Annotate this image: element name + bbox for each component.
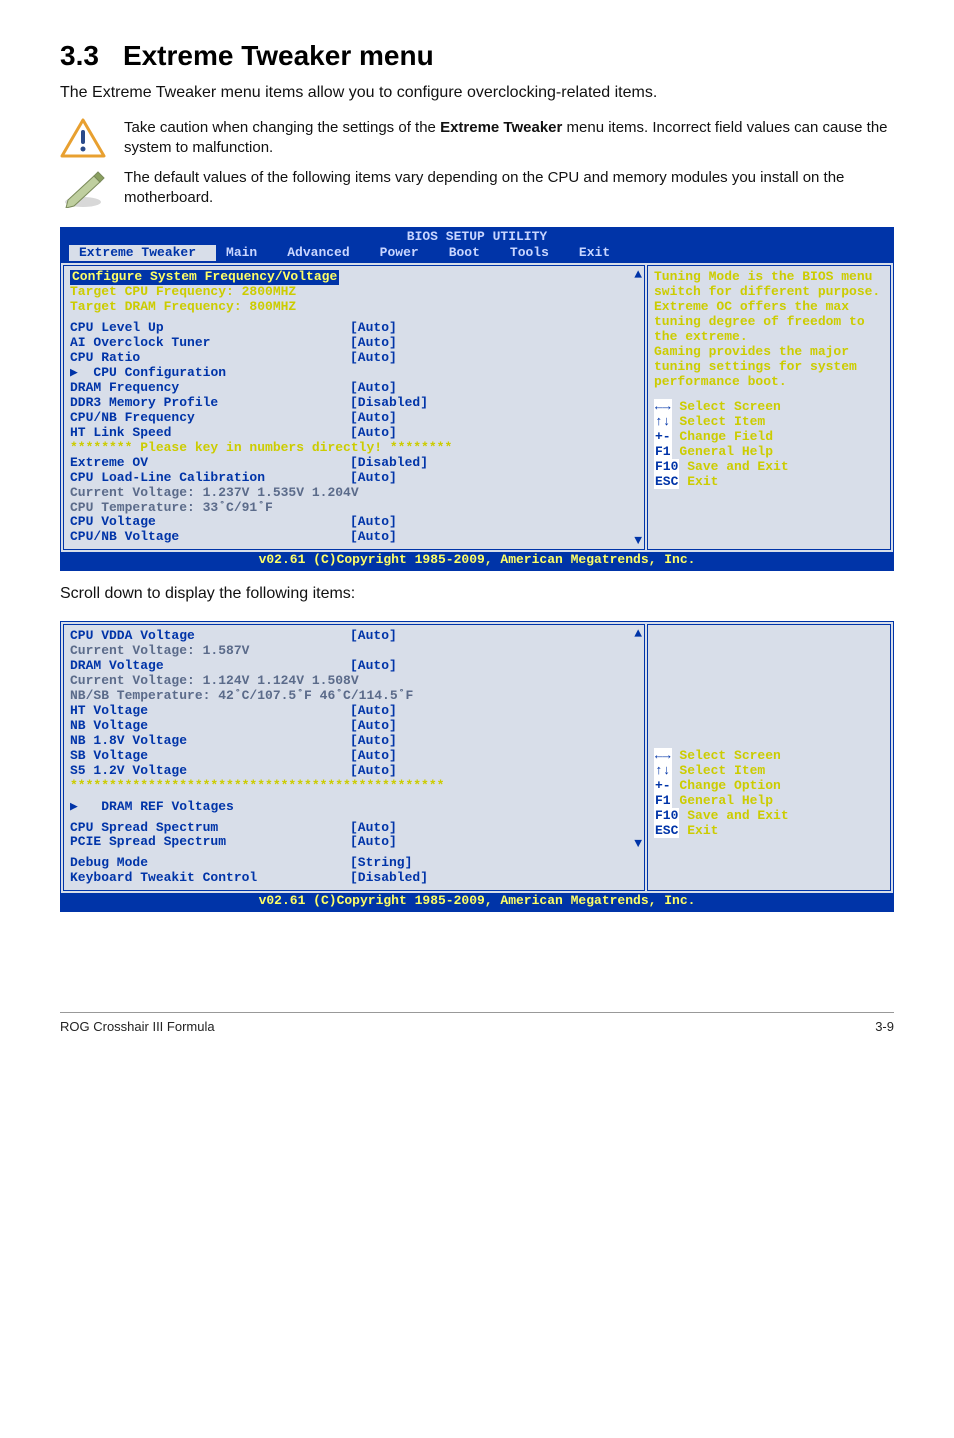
scroll-down-icon[interactable]: ▼ (634, 534, 642, 547)
stars-divider: ****************************************… (70, 779, 640, 794)
scroll-up-icon[interactable]: ▲ (634, 627, 642, 640)
row-cpu-load-line[interactable]: CPU Load-Line Calibration[Auto] (70, 471, 640, 486)
bios-left-pane-2: ▲ CPU VDDA Voltage[Auto] Current Voltage… (63, 624, 645, 891)
row-dram-ref-voltages[interactable]: ▶ DRAM REF Voltages (70, 800, 640, 815)
target-dram-freq: Target DRAM Frequency: 800MHZ (70, 300, 640, 315)
bios-left-pane: ▲ Configure System Frequency/Voltage Tar… (63, 265, 645, 550)
note-callout: The default values of the following item… (60, 168, 894, 209)
row-ht-link-speed[interactable]: HT Link Speed[Auto] (70, 426, 640, 441)
nav-change-option: +- Change Option (654, 779, 884, 794)
footer-right: 3-9 (875, 1019, 894, 1034)
nav-exit: ESC Exit (654, 824, 884, 839)
row-pcie-spread-spectrum[interactable]: PCIE Spread Spectrum[Auto] (70, 835, 640, 850)
pencil-icon (60, 168, 106, 208)
nav-select-item: ↑↓ Select Item (654, 415, 884, 430)
bios-right-pane-2: ←→ Select Screen ↑↓ Select Item +- Chang… (647, 624, 891, 891)
nav-save-exit: F10 Save and Exit (654, 809, 884, 824)
warning-callout: Take caution when changing the settings … (60, 118, 894, 159)
tab-main[interactable]: Main (216, 245, 277, 262)
page-footer: ROG Crosshair III Formula 3-9 (60, 1012, 894, 1034)
row-cpunb-frequency[interactable]: CPU/NB Frequency[Auto] (70, 411, 640, 426)
row-dram-voltage[interactable]: DRAM Voltage[Auto] (70, 659, 640, 674)
tab-exit[interactable]: Exit (569, 245, 630, 262)
row-sb-voltage[interactable]: SB Voltage[Auto] (70, 749, 640, 764)
nav-save-exit: F10 Save and Exit (654, 460, 884, 475)
warning-icon (60, 118, 106, 158)
section-title: Extreme Tweaker menu (123, 40, 434, 71)
nav-select-item: ↑↓ Select Item (654, 764, 884, 779)
row-cpu-level-up[interactable]: CPU Level Up[Auto] (70, 321, 640, 336)
row-ht-voltage[interactable]: HT Voltage[Auto] (70, 704, 640, 719)
tab-extreme-tweaker[interactable]: Extreme Tweaker (69, 245, 216, 262)
nav-exit: ESC Exit (654, 475, 884, 490)
tab-advanced[interactable]: Advanced (277, 245, 369, 262)
bios-title: BIOS SETUP UTILITY (61, 228, 893, 245)
nav-change-field: +- Change Field (654, 430, 884, 445)
row-cpu-vdda-voltage[interactable]: CPU VDDA Voltage[Auto] (70, 629, 640, 644)
scroll-down-icon[interactable]: ▼ (634, 837, 642, 850)
row-nb-voltage[interactable]: NB Voltage[Auto] (70, 719, 640, 734)
row-nb-1-8v-voltage[interactable]: NB 1.8V Voltage[Auto] (70, 734, 640, 749)
nbsb-temperature: NB/SB Temperature: 42˚C/107.5˚F 46˚C/114… (70, 689, 640, 704)
section-heading: 3.3 Extreme Tweaker menu (60, 40, 894, 72)
help-description: Tuning Mode is the BIOS menu switch for … (654, 270, 884, 390)
row-cpu-voltage[interactable]: CPU Voltage[Auto] (70, 515, 640, 530)
note-text: The default values of the following item… (124, 168, 894, 209)
bios-screen-2: ▲ CPU VDDA Voltage[Auto] Current Voltage… (60, 621, 894, 912)
intro-paragraph: The Extreme Tweaker menu items allow you… (60, 82, 894, 104)
scroll-up-icon[interactable]: ▲ (634, 268, 642, 281)
bios-tab-bar: Extreme Tweaker Main Advanced Power Boot… (61, 245, 893, 264)
row-cpunb-voltage[interactable]: CPU/NB Voltage[Auto] (70, 530, 640, 545)
tab-tools[interactable]: Tools (500, 245, 569, 262)
scroll-note: Scroll down to display the following ite… (60, 585, 894, 603)
nav-general-help: F1 General Help (654, 794, 884, 809)
row-cpu-configuration[interactable]: ▶ CPU Configuration (70, 366, 640, 381)
target-cpu-freq: Target CPU Frequency: 2800MHZ (70, 285, 640, 300)
row-ddr3-profile[interactable]: DDR3 Memory Profile[Disabled] (70, 396, 640, 411)
config-heading: Configure System Frequency/Voltage (70, 270, 339, 285)
row-s5-1-2v-voltage[interactable]: S5 1.2V Voltage[Auto] (70, 764, 640, 779)
row-dram-frequency[interactable]: DRAM Frequency[Auto] (70, 381, 640, 396)
row-cpu-ratio[interactable]: CPU Ratio[Auto] (70, 351, 640, 366)
row-cpu-spread-spectrum[interactable]: CPU Spread Spectrum[Auto] (70, 821, 640, 836)
nav-select-screen: ←→ Select Screen (654, 400, 884, 415)
current-voltage-2: Current Voltage: 1.587V (70, 644, 640, 659)
tab-power[interactable]: Power (370, 245, 439, 262)
row-keyboard-tweakit[interactable]: Keyboard Tweakit Control[Disabled] (70, 871, 640, 886)
cpu-temperature: CPU Temperature: 33˚C/91˚F (70, 501, 640, 516)
footer-left: ROG Crosshair III Formula (60, 1019, 215, 1034)
current-voltage-1: Current Voltage: 1.237V 1.535V 1.204V (70, 486, 640, 501)
row-ai-overclock[interactable]: AI Overclock Tuner[Auto] (70, 336, 640, 351)
warning-text: Take caution when changing the settings … (124, 118, 894, 159)
nav-general-help: F1 General Help (654, 445, 884, 460)
row-debug-mode[interactable]: Debug Mode[String] (70, 856, 640, 871)
bios-right-pane: Tuning Mode is the BIOS menu switch for … (647, 265, 891, 550)
row-extreme-ov[interactable]: Extreme OV[Disabled] (70, 456, 640, 471)
numbers-banner: ******** Please key in numbers directly!… (70, 441, 640, 456)
tab-boot[interactable]: Boot (439, 245, 500, 262)
bios-footer-2: v02.61 (C)Copyright 1985-2009, American … (61, 893, 893, 911)
nav-select-screen: ←→ Select Screen (654, 749, 884, 764)
section-number: 3.3 (60, 40, 99, 71)
bios-screen-1: BIOS SETUP UTILITY Extreme Tweaker Main … (60, 227, 894, 572)
bios-footer: v02.61 (C)Copyright 1985-2009, American … (61, 552, 893, 570)
current-voltage-3: Current Voltage: 1.124V 1.124V 1.508V (70, 674, 640, 689)
